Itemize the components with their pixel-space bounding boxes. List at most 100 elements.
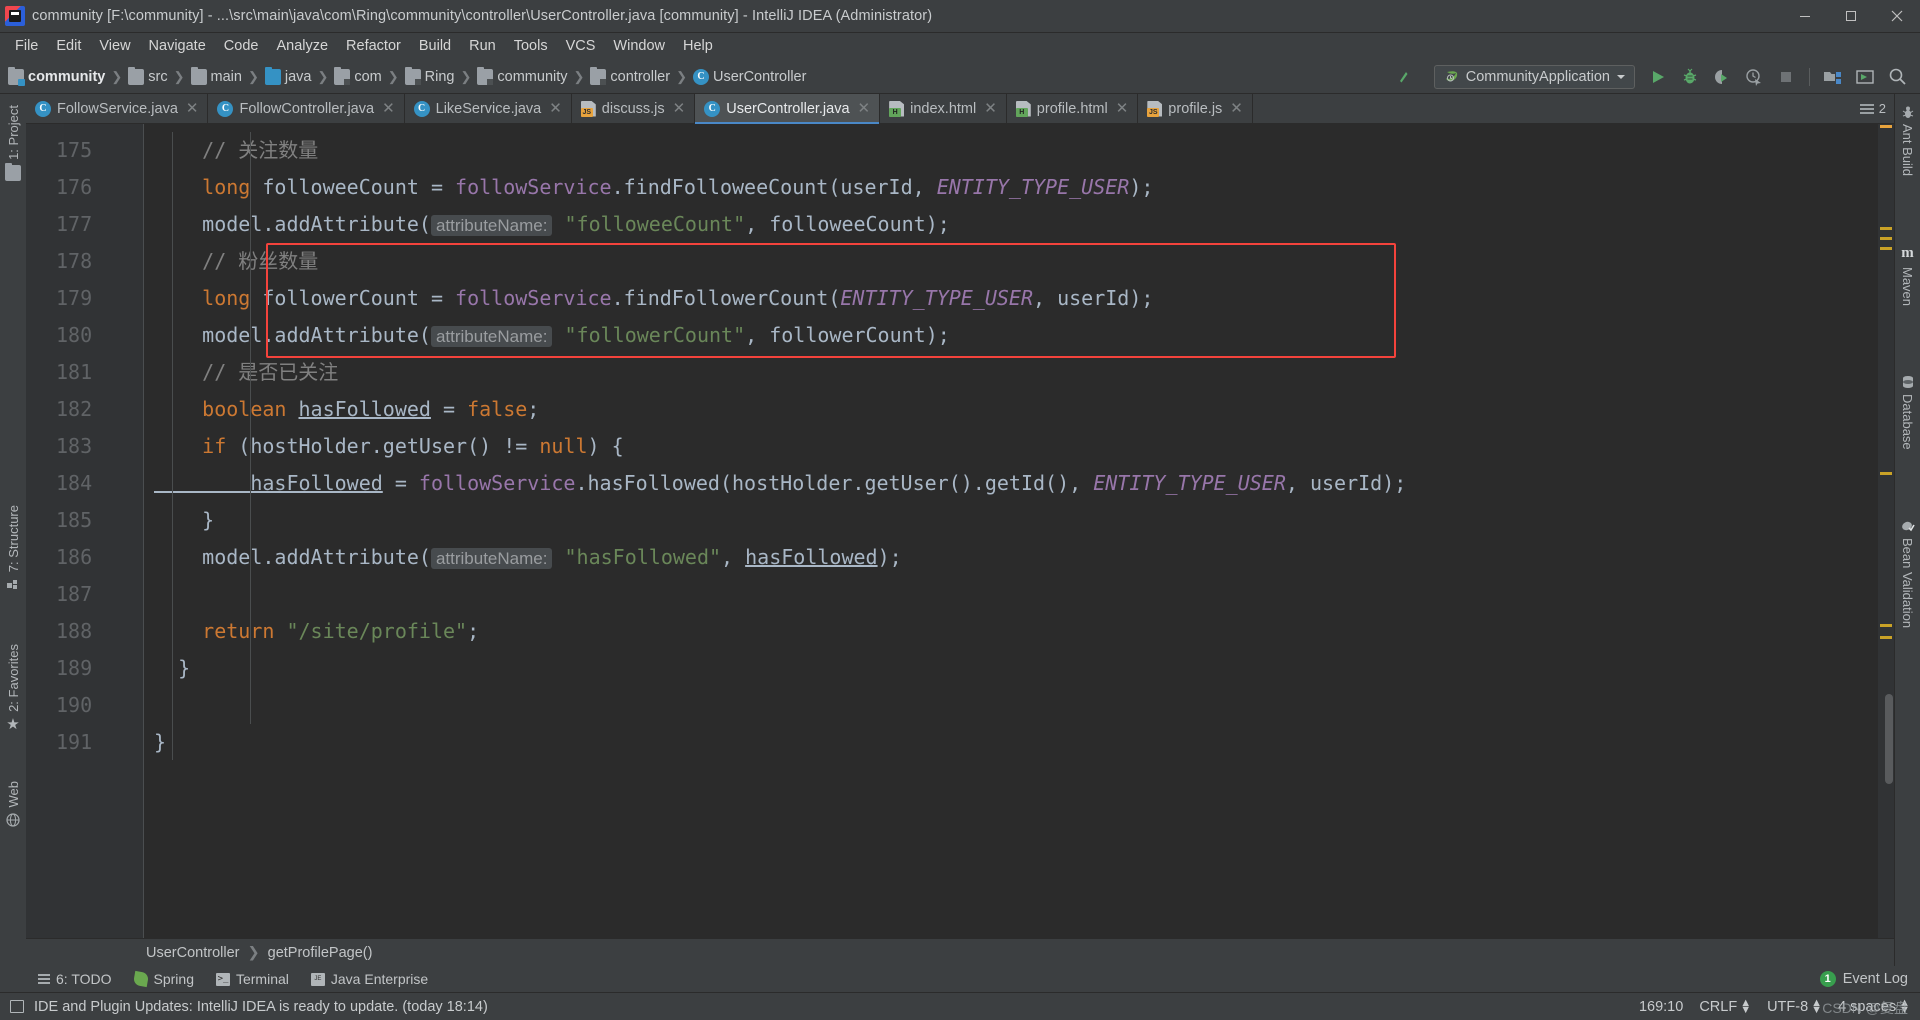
event-log-button[interactable]: 1 Event Log bbox=[1819, 971, 1920, 987]
sidebar-item-project[interactable]: 1: Project bbox=[5, 98, 21, 188]
package-icon bbox=[334, 66, 351, 85]
update-arrow-icon[interactable] bbox=[1390, 64, 1420, 90]
sidebar-item-maven[interactable]: m Maven bbox=[1900, 238, 1915, 313]
tab-likeservice-java[interactable]: C LikeService.java ✕ bbox=[404, 94, 572, 123]
line-number: 177 bbox=[56, 212, 93, 236]
breadcrumb-separator: ❯ bbox=[247, 944, 260, 961]
menu-refactor[interactable]: Refactor bbox=[337, 36, 410, 57]
tab-overflow[interactable]: 2 bbox=[1852, 94, 1894, 123]
breadcrumb-main[interactable]: main bbox=[190, 66, 242, 85]
java-class-icon: C bbox=[413, 100, 430, 117]
tab-profile-js[interactable]: JS profile.js ✕ bbox=[1138, 94, 1253, 123]
run-configuration-selector[interactable]: CommunityApplication bbox=[1433, 64, 1635, 89]
spring-boot-icon bbox=[1445, 70, 1457, 81]
tab-list-icon bbox=[1859, 103, 1874, 114]
bottom-tool-terminal[interactable]: >_ Terminal bbox=[215, 971, 289, 987]
code-line-185: } bbox=[154, 508, 215, 532]
breadcrumb-ring[interactable]: Ring bbox=[404, 66, 455, 85]
line-separator-selector[interactable]: CRLF ▲ ▼ bbox=[1699, 998, 1751, 1015]
run-button[interactable] bbox=[1643, 64, 1673, 90]
project-folder-icon bbox=[8, 66, 25, 86]
menu-analyze[interactable]: Analyze bbox=[267, 36, 337, 57]
code-line-179: long followerCount = followService.findF… bbox=[154, 286, 1154, 310]
code-content[interactable]: // 关注数量 long followeeCount = followServi… bbox=[144, 124, 1878, 938]
breadcrumb-java[interactable]: java bbox=[264, 66, 311, 85]
breadcrumb-com[interactable]: com bbox=[334, 66, 382, 85]
stop-icon bbox=[1781, 71, 1791, 82]
tab-discuss-js[interactable]: JS discuss.js ✕ bbox=[571, 94, 696, 123]
status-message[interactable]: IDE and Plugin Updates: IntelliJ IDEA is… bbox=[34, 999, 488, 1015]
caret-position[interactable]: 169:10 bbox=[1639, 999, 1683, 1015]
parameter-hint: attributeName: bbox=[430, 326, 553, 347]
code-line-188: return "/site/profile"; bbox=[154, 619, 480, 643]
bottom-tool-todo[interactable]: 6: TODO bbox=[38, 971, 112, 987]
menu-file[interactable]: File bbox=[6, 36, 47, 57]
menu-run[interactable]: Run bbox=[460, 36, 505, 57]
bottom-tool-spring[interactable]: Spring bbox=[132, 970, 194, 988]
bottom-tool-window-bar: 6: TODO Spring >_ Terminal Java Enterpri… bbox=[0, 966, 1920, 992]
breadcrumb-method[interactable]: getProfilePage() bbox=[268, 945, 373, 961]
minimize-button[interactable] bbox=[1782, 0, 1828, 32]
menu-build[interactable]: Build bbox=[410, 36, 460, 57]
search-everywhere-button[interactable] bbox=[1882, 64, 1912, 90]
menu-view[interactable]: View bbox=[90, 36, 139, 57]
close-icon[interactable]: ✕ bbox=[549, 101, 562, 116]
tab-usercontroller-java[interactable]: C UserController.java ✕ bbox=[695, 94, 881, 124]
close-icon[interactable]: ✕ bbox=[673, 101, 686, 116]
sidebar-item-bean-validation[interactable]: Bean Validation bbox=[1900, 512, 1915, 635]
code-line-189: } bbox=[154, 656, 191, 680]
project-structure-button[interactable] bbox=[1818, 64, 1848, 90]
sidebar-item-ant-build[interactable]: Ant Build bbox=[1900, 98, 1915, 183]
debug-button[interactable] bbox=[1675, 64, 1705, 90]
java-class-icon: C bbox=[704, 100, 721, 117]
close-icon[interactable]: ✕ bbox=[1230, 101, 1243, 116]
breadcrumb-community-pkg[interactable]: community bbox=[477, 66, 568, 85]
close-icon[interactable]: ✕ bbox=[382, 101, 395, 116]
sidebar-item-favorites[interactable]: 2: Favorites ★ bbox=[6, 637, 21, 739]
breadcrumb-class[interactable]: UserController bbox=[146, 945, 239, 961]
menu-window[interactable]: Window bbox=[604, 36, 674, 57]
breadcrumb-src[interactable]: src bbox=[128, 66, 168, 85]
tab-index-html[interactable]: H index.html ✕ bbox=[880, 94, 1007, 123]
code-editor[interactable]: 175 176 177 178 179 180 181 182 183 184 … bbox=[26, 124, 1894, 938]
java-class-icon: C bbox=[692, 68, 709, 85]
tab-followservice-java[interactable]: C FollowService.java ✕ bbox=[26, 94, 209, 123]
editor-scrollbar-thumb[interactable] bbox=[1885, 694, 1893, 784]
close-icon[interactable]: ✕ bbox=[858, 101, 871, 116]
menu-tools[interactable]: Tools bbox=[505, 36, 557, 57]
breadcrumb-usercontroller[interactable]: C UserController bbox=[692, 68, 806, 85]
close-icon[interactable]: ✕ bbox=[186, 101, 199, 116]
code-line-186: model.addAttribute(attributeName: "hasFo… bbox=[154, 545, 902, 569]
console-button[interactable] bbox=[1850, 64, 1880, 90]
package-icon bbox=[404, 66, 421, 85]
menu-navigate[interactable]: Navigate bbox=[140, 36, 215, 57]
run-with-coverage-button[interactable] bbox=[1707, 64, 1737, 90]
sidebar-item-database[interactable]: Database bbox=[1900, 368, 1915, 457]
editor-marker-bar[interactable] bbox=[1878, 124, 1894, 938]
todo-icon bbox=[38, 974, 50, 984]
indent-selector[interactable]: 4 spaces ▲ ▼ bbox=[1838, 998, 1910, 1015]
line-number: 189 bbox=[56, 656, 93, 680]
sidebar-item-structure[interactable]: 7: Structure bbox=[6, 498, 21, 597]
bottom-tool-java-enterprise[interactable]: Java Enterprise bbox=[310, 971, 428, 987]
profile-button[interactable] bbox=[1739, 64, 1769, 90]
sidebar-item-web[interactable]: Web bbox=[6, 774, 21, 834]
menu-edit[interactable]: Edit bbox=[47, 36, 90, 57]
stop-button[interactable] bbox=[1771, 64, 1801, 90]
code-line-178: // 粉丝数量 bbox=[154, 249, 319, 273]
bean-validation-icon bbox=[1901, 521, 1915, 532]
menu-help[interactable]: Help bbox=[674, 36, 722, 57]
maximize-button[interactable] bbox=[1828, 0, 1874, 32]
close-button[interactable] bbox=[1874, 0, 1920, 32]
close-icon[interactable]: ✕ bbox=[1116, 101, 1129, 116]
tab-followcontroller-java[interactable]: C FollowController.java ✕ bbox=[208, 94, 405, 123]
breadcrumb-community[interactable]: community bbox=[8, 66, 105, 86]
tab-profile-html[interactable]: H profile.html ✕ bbox=[1006, 94, 1139, 123]
breadcrumb-controller[interactable]: controller bbox=[590, 66, 670, 85]
editor-gutter[interactable]: 175 176 177 178 179 180 181 182 183 184 … bbox=[26, 124, 144, 938]
encoding-selector[interactable]: UTF-8 ▲ ▼ bbox=[1767, 998, 1822, 1015]
menu-vcs[interactable]: VCS bbox=[557, 36, 605, 57]
close-icon[interactable]: ✕ bbox=[984, 101, 997, 116]
menu-code[interactable]: Code bbox=[215, 36, 268, 57]
